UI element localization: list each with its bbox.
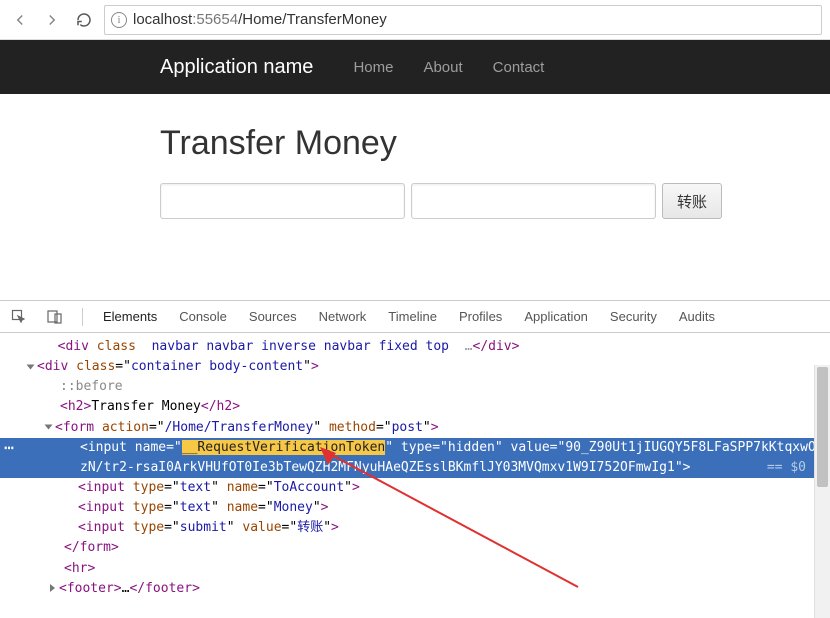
- inspect-icon[interactable]: [10, 308, 28, 326]
- scrollbar[interactable]: [814, 365, 830, 618]
- dom-line[interactable]: <footer>…</footer>: [0, 579, 830, 599]
- devtools-tabbar: Elements Console Sources Network Timelin…: [0, 301, 830, 333]
- back-button[interactable]: [8, 8, 32, 32]
- dom-line[interactable]: <input type="text" name="ToAccount">: [0, 478, 830, 498]
- tab-network[interactable]: Network: [317, 309, 369, 324]
- transfer-form: 转账: [160, 183, 830, 219]
- tab-profiles[interactable]: Profiles: [457, 309, 504, 324]
- tab-sources[interactable]: Sources: [247, 309, 299, 324]
- url-text: localhost:55654/Home/TransferMoney: [133, 11, 387, 28]
- browser-toolbar: i localhost:55654/Home/TransferMoney: [0, 0, 830, 40]
- money-input[interactable]: [411, 183, 656, 219]
- dom-line[interactable]: <hr>: [0, 559, 830, 579]
- tab-application[interactable]: Application: [522, 309, 590, 324]
- nav-link-contact[interactable]: Contact: [493, 59, 545, 76]
- expand-icon[interactable]: [45, 425, 53, 430]
- dom-line[interactable]: <h2>Transfer Money</h2>: [0, 397, 830, 417]
- page-title: Transfer Money: [160, 124, 830, 163]
- tab-audits[interactable]: Audits: [677, 309, 717, 324]
- scrollbar-thumb[interactable]: [817, 367, 828, 487]
- devtools-panel: Elements Console Sources Network Timelin…: [0, 300, 830, 618]
- expand-icon[interactable]: [50, 584, 55, 592]
- dom-line[interactable]: <input type="submit" value="转账">: [0, 518, 830, 538]
- selected-dom-node[interactable]: ⋯ <input name="__RequestVerificationToke…: [0, 438, 830, 478]
- device-toggle-icon[interactable]: [46, 308, 64, 326]
- reload-button[interactable]: [72, 8, 96, 32]
- dom-line[interactable]: <form action="/Home/TransferMoney" metho…: [0, 418, 830, 438]
- tab-console[interactable]: Console: [177, 309, 229, 324]
- brand-link[interactable]: Application name: [160, 56, 313, 79]
- site-info-icon[interactable]: i: [111, 12, 127, 28]
- ellipsis-icon[interactable]: ⋯: [0, 438, 18, 478]
- tab-elements[interactable]: Elements: [101, 309, 159, 324]
- dom-line[interactable]: <div class="container body-content">: [0, 357, 830, 377]
- page-viewport: Application name Home About Contact Tran…: [0, 40, 830, 259]
- transfer-submit-button[interactable]: 转账: [662, 183, 722, 219]
- expand-icon[interactable]: [27, 364, 35, 369]
- nav-link-about[interactable]: About: [423, 59, 462, 76]
- separator: [82, 308, 83, 326]
- to-account-input[interactable]: [160, 183, 405, 219]
- tab-timeline[interactable]: Timeline: [386, 309, 439, 324]
- tab-security[interactable]: Security: [608, 309, 659, 324]
- dom-line[interactable]: <div class navbar navbar inverse navbar …: [0, 337, 830, 357]
- address-bar[interactable]: i localhost:55654/Home/TransferMoney: [104, 5, 822, 35]
- dom-line[interactable]: </form>: [0, 538, 830, 558]
- elements-tree[interactable]: <div class navbar navbar inverse navbar …: [0, 333, 830, 618]
- nav-link-home[interactable]: Home: [353, 59, 393, 76]
- forward-button[interactable]: [40, 8, 64, 32]
- dom-line[interactable]: <input type="text" name="Money">: [0, 498, 830, 518]
- site-navbar: Application name Home About Contact: [0, 40, 830, 94]
- dom-line[interactable]: ::before: [0, 377, 830, 397]
